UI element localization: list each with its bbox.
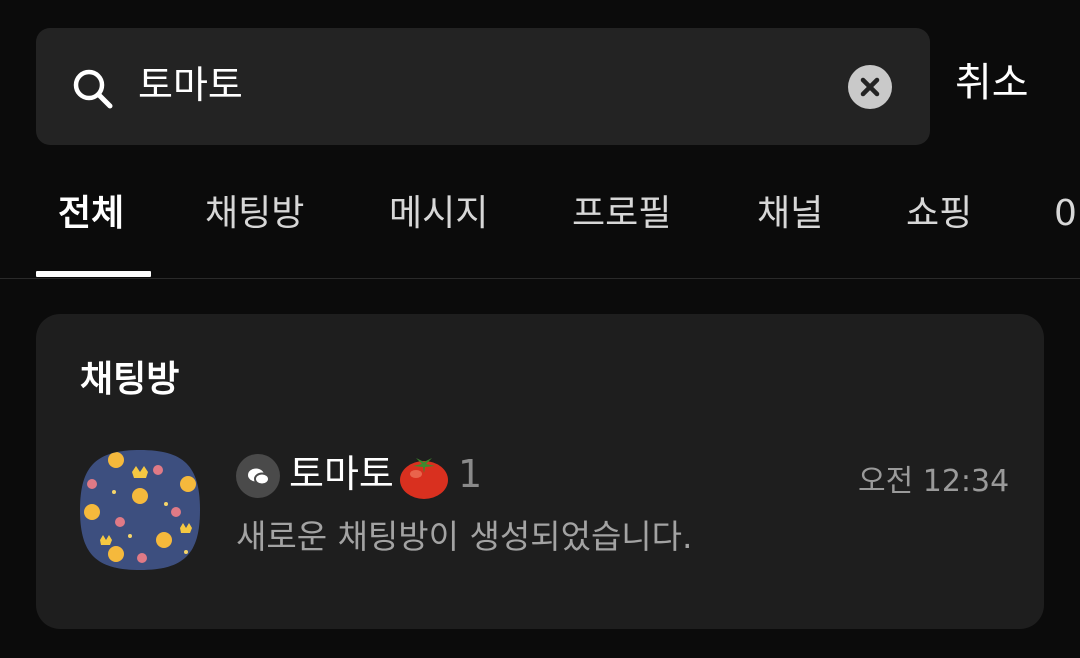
tab-chatrooms[interactable]: 채팅방 — [205, 188, 304, 240]
tab-messages[interactable]: 메시지 — [389, 188, 488, 240]
clear-icon — [860, 77, 880, 97]
tab-shopping[interactable]: 쇼핑 — [906, 188, 972, 240]
category-tabs: 전체 채팅방 메시지 프로필 채널 쇼핑 0 — [0, 188, 1080, 248]
clear-search-button[interactable] — [848, 65, 892, 109]
tab-divider — [0, 278, 1080, 279]
cancel-button[interactable]: 취소 — [955, 58, 1029, 108]
chatroom-avatar — [80, 450, 200, 570]
member-count: 1 — [458, 452, 483, 496]
search-icon — [73, 69, 113, 109]
active-tab-indicator — [36, 271, 151, 277]
section-title: 채팅방 — [80, 359, 180, 400]
search-input[interactable] — [138, 60, 818, 110]
last-message-preview: 새로운 채팅방이 생성되었습니다. — [236, 517, 693, 556]
tomato-icon — [400, 458, 448, 499]
tab-more[interactable]: 0 — [1054, 188, 1077, 240]
open-chat-icon — [236, 454, 280, 498]
tab-all[interactable]: 전체 — [58, 188, 124, 240]
chatroom-name: 토마토 — [289, 452, 394, 496]
tab-channels[interactable]: 채널 — [757, 188, 823, 240]
tab-profiles[interactable]: 프로필 — [572, 188, 671, 240]
last-message-time: 오전 12:34 — [858, 464, 1010, 499]
